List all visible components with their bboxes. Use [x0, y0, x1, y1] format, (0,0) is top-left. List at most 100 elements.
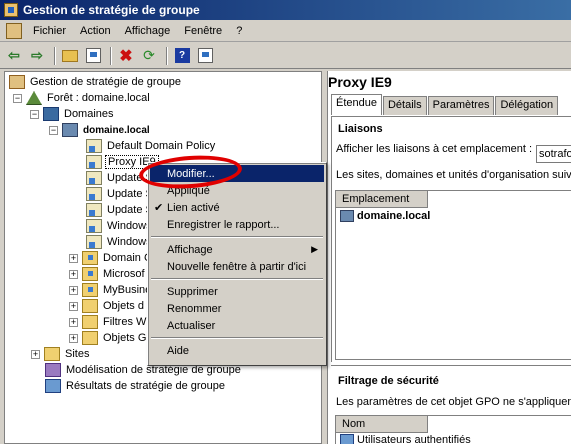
tree-starter-gpos[interactable]: + Objets G [69, 330, 148, 346]
ou-icon [82, 283, 98, 297]
column-location[interactable]: Emplacement [336, 191, 428, 208]
menu-help[interactable]: ? [229, 25, 249, 37]
tree-gpo-link[interactable]: Default Domain Policy [86, 138, 217, 154]
menu-separator [151, 337, 323, 339]
tree-sites[interactable]: + Sites [31, 346, 91, 362]
tree-gpo-link[interactable]: Windows [86, 218, 154, 234]
tab-delegation[interactable]: Délégation [495, 96, 559, 115]
tree-domain[interactable]: − domaine.local [49, 122, 152, 138]
expand-icon[interactable]: + [69, 285, 78, 295]
expand-icon[interactable]: + [31, 349, 40, 359]
help-icon[interactable]: ? [172, 46, 192, 66]
title-bar: Gestion de stratégie de groupe [0, 0, 571, 20]
gpm-icon [9, 75, 25, 89]
forest-icon [26, 91, 42, 105]
links-description: Les sites, domaines et unités d'organisa… [336, 169, 571, 181]
column-name[interactable]: Nom [336, 416, 428, 433]
context-menu: Modifier... Appliqué ✔ Lien activé Enreg… [147, 162, 327, 366]
security-title: Filtrage de sécurité [338, 375, 439, 387]
links-list: Emplacement domaine.local [335, 190, 571, 360]
refresh-icon[interactable]: ⟳ [139, 46, 159, 66]
expand-icon[interactable]: + [69, 333, 78, 343]
list-item[interactable]: Utilisateurs authentifiés [336, 433, 571, 444]
links-label: Afficher les liaisons à cet emplacement … [336, 143, 533, 155]
ou-icon [82, 267, 98, 281]
tab-settings[interactable]: Paramètres [427, 96, 495, 115]
ou-icon [82, 251, 98, 265]
tree-gpo-link[interactable]: Update S [86, 202, 155, 218]
expand-icon[interactable]: + [69, 253, 78, 263]
gpo-link-icon [86, 235, 102, 249]
tree-ou[interactable]: + Domain C [69, 250, 154, 266]
app-icon [4, 3, 18, 17]
back-arrow-icon[interactable]: ⇦ [4, 46, 24, 66]
tree-ou[interactable]: + MyBusine [69, 282, 153, 298]
submenu-arrow-icon: ▶ [311, 244, 318, 254]
window-title: Gestion de stratégie de groupe [23, 3, 200, 17]
checkmark-icon: ✔ [154, 202, 164, 214]
domain-icon [340, 210, 354, 222]
tree-gpo-link[interactable]: Update S [86, 186, 155, 202]
gpo-link-icon [86, 171, 102, 185]
sites-icon [44, 347, 60, 361]
menu-action[interactable]: Action [73, 25, 118, 37]
gpo-link-icon [86, 219, 102, 233]
location-combo[interactable]: sotrafo [536, 145, 571, 163]
gpo-link-icon [86, 187, 102, 201]
tab-scope[interactable]: Étendue [331, 94, 382, 115]
menu-fenetre[interactable]: Fenêtre [177, 25, 229, 37]
links-title: Liaisons [338, 123, 383, 135]
tab-strip: Étendue Détails Paramètres Délégation [331, 94, 559, 115]
menu-item-new-window[interactable]: Nouvelle fenêtre à partir d'ici [150, 258, 324, 275]
collapse-icon[interactable]: − [49, 125, 58, 135]
folder-icon [82, 331, 98, 345]
users-icon [340, 434, 354, 444]
results-icon [45, 379, 61, 393]
gpo-link-icon [86, 139, 102, 153]
menu-bar: Fichier Action Affichage Fenêtre ? [0, 20, 571, 42]
collapse-icon[interactable]: − [30, 109, 39, 119]
menu-item-delete[interactable]: Supprimer [150, 283, 324, 300]
system-menu-icon[interactable] [6, 22, 22, 39]
tree-gpo-link[interactable]: Windows [86, 234, 154, 250]
security-list: Nom Utilisateurs authentifiés [335, 415, 571, 444]
expand-icon[interactable]: + [69, 317, 78, 327]
menu-separator [151, 236, 323, 238]
toolbar-separator [110, 46, 112, 65]
domains-icon [43, 107, 59, 121]
tree-gpo-container[interactable]: + Objets d [69, 298, 146, 314]
modeling-icon [45, 363, 61, 377]
menu-item-save-report[interactable]: Enregistrer le rapport... [150, 216, 324, 233]
menu-item-view[interactable]: Affichage ▶ [150, 241, 324, 258]
menu-item-rename[interactable]: Renommer [150, 300, 324, 317]
folder-icon [82, 315, 98, 329]
toolbar: ⇦ ⇨ ✖ ⟳ ? [0, 43, 571, 69]
menu-item-link-enabled[interactable]: ✔ Lien activé [150, 199, 324, 216]
forward-arrow-icon[interactable]: ⇨ [27, 46, 47, 66]
tree-forest[interactable]: − Forêt : domaine.local [13, 90, 152, 106]
tree-domains[interactable]: − Domaines [30, 106, 116, 122]
show-tree-icon[interactable] [83, 46, 103, 66]
gpo-link-icon [86, 155, 102, 169]
menu-item-refresh[interactable]: Actualiser [150, 317, 324, 334]
menu-fichier[interactable]: Fichier [26, 25, 73, 37]
tree-wmi-filters[interactable]: + Filtres W [69, 314, 148, 330]
expand-icon[interactable]: + [69, 301, 78, 311]
domain-icon [62, 123, 78, 137]
menu-separator [151, 278, 323, 280]
menu-item-help[interactable]: Aide [150, 342, 324, 359]
tree-root[interactable]: Gestion de stratégie de groupe [9, 74, 183, 90]
list-item[interactable]: domaine.local [336, 208, 571, 224]
collapse-icon[interactable]: − [13, 93, 22, 103]
up-folder-icon[interactable] [60, 46, 80, 66]
properties-icon[interactable] [195, 46, 215, 66]
expand-icon[interactable]: + [69, 269, 78, 279]
delete-icon[interactable]: ✖ [116, 46, 136, 66]
folder-icon [82, 299, 98, 313]
menu-affichage[interactable]: Affichage [118, 25, 178, 37]
toolbar-separator [166, 46, 168, 65]
tree-results[interactable]: Résultats de stratégie de groupe [45, 378, 227, 394]
tree-ou[interactable]: + Microsof [69, 266, 147, 282]
tab-details[interactable]: Détails [382, 96, 427, 115]
gpo-title: Proxy IE9 [328, 74, 392, 90]
